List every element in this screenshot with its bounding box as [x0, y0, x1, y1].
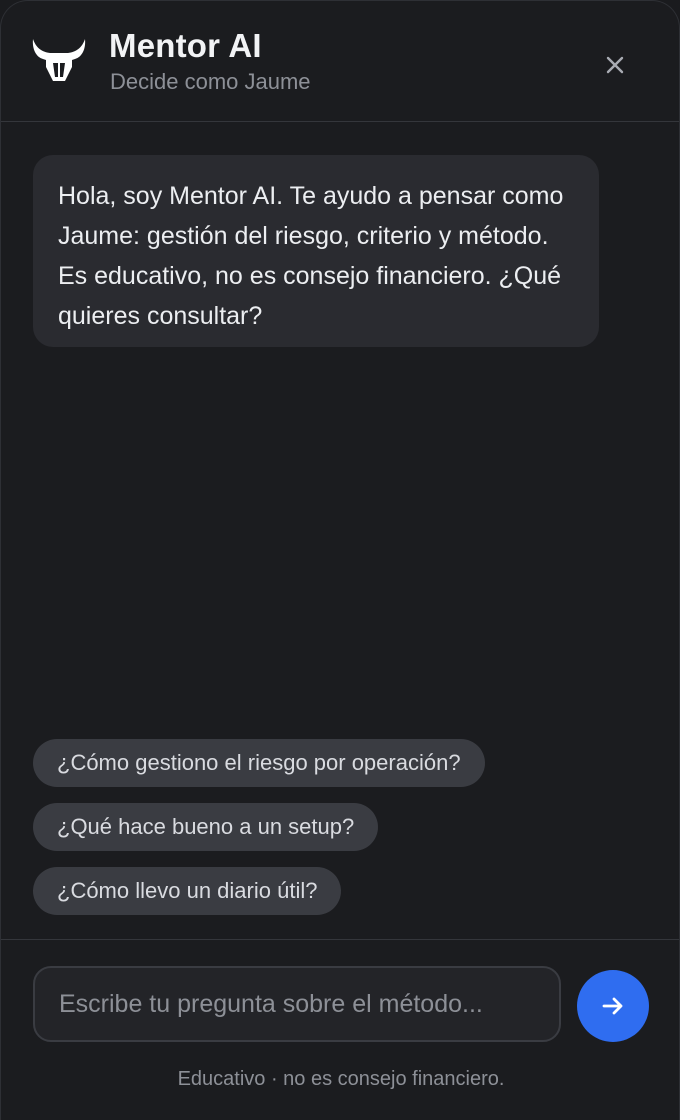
assistant-message-bubble: Hola, soy Mentor AI. Te ayudo a pensar c… [33, 155, 599, 347]
question-input[interactable] [33, 966, 561, 1042]
suggestion-chip-setup[interactable]: ¿Qué hace bueno a un setup? [33, 803, 379, 851]
chat-panel: Mentor AI Decide como Jaume Hola, soy Me… [0, 0, 680, 1120]
disclaimer-text: Educativo · no es consejo financiero. [177, 1068, 505, 1090]
close-icon [606, 56, 624, 74]
bull-head-icon [32, 39, 86, 81]
send-button[interactable] [577, 970, 649, 1042]
suggestion-chip-risk[interactable]: ¿Cómo gestiono el riesgo por operación? [33, 739, 485, 787]
app-subtitle: Decide como Jaume [110, 69, 311, 94]
composer: Educativo · no es consejo financiero. [1, 939, 679, 1120]
assistant-message-text: Hola, soy Mentor AI. Te ayudo a pensar c… [58, 182, 564, 330]
suggestion-chip-journal[interactable]: ¿Cómo llevo un diario útil? [33, 867, 342, 915]
chat-header: Mentor AI Decide como Jaume [1, 1, 679, 122]
close-button[interactable] [599, 49, 631, 81]
arrow-right-icon [602, 997, 623, 1015]
app-title: Mentor AI [109, 27, 262, 64]
